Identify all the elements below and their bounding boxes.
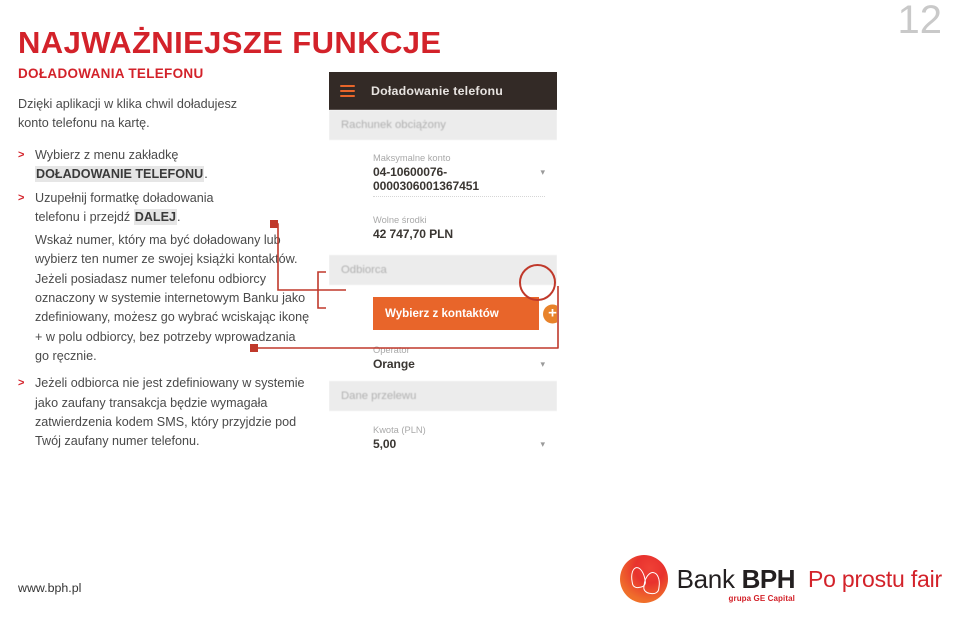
highlight-dalej: DALEJ bbox=[133, 208, 178, 225]
footer-url[interactable]: www.bph.pl bbox=[18, 581, 81, 595]
bullet-2-period: . bbox=[177, 209, 181, 224]
section-title: DOŁADOWANIA TELEFONU bbox=[18, 66, 204, 81]
content-column: DOŁADOWANIA TELEFONU Dzięki aplikacji w … bbox=[18, 66, 310, 451]
bullet-1-period: . bbox=[204, 167, 208, 182]
chevron-down-icon[interactable]: ▾ bbox=[540, 440, 545, 449]
highlight-doladowanie-telefonu: DOŁADOWANIE TELEFONU bbox=[35, 166, 205, 183]
bank-bph-logo: Bank BPH grupa GE Capital Po prostu fair bbox=[619, 555, 942, 603]
field-label: Kwota (PLN) bbox=[373, 425, 426, 435]
list-item-text: Wybierz z menu zakładkę DOŁADOWANIE TELE… bbox=[35, 146, 310, 185]
field-kwota[interactable]: Kwota (PLN) 5,00 ▾ bbox=[373, 411, 545, 452]
field-label: Maksymalne konto bbox=[373, 153, 451, 163]
body-paragraph: Wskaż numer, który ma być doładowany lub… bbox=[35, 233, 310, 363]
field-value: Orange bbox=[373, 357, 415, 371]
field-value: 42 747,70 PLN bbox=[373, 227, 454, 241]
list-item-text: Jeżeli odbiorca nie jest zdefiniowany w … bbox=[35, 376, 305, 449]
chevron-down-icon[interactable]: ▾ bbox=[540, 360, 545, 369]
wybierz-z-kontaktow-label: Wybierz z kontaktów bbox=[385, 307, 499, 320]
chevron-right-icon: > bbox=[18, 377, 25, 390]
list-item: > Uzupełnij formatkę doładowania telefon… bbox=[18, 189, 310, 228]
bracket-odbiorca bbox=[317, 271, 326, 309]
app-header: Doładowanie telefonu bbox=[329, 72, 557, 110]
field-value: 5,00 bbox=[373, 437, 397, 451]
bph-logo-mark-icon bbox=[619, 555, 668, 603]
bullet-2-line-2-pre: telefonu i przejdź bbox=[35, 209, 134, 224]
field-label: Wolne środki bbox=[373, 215, 427, 225]
field-operator[interactable]: Operator Orange ▾ bbox=[373, 330, 545, 381]
logo-subtitle: grupa GE Capital bbox=[728, 594, 795, 603]
logo-wordmark: Bank BPH grupa GE Capital bbox=[676, 564, 796, 603]
bullet-2-line-1: Uzupełnij formatkę doładowania bbox=[35, 190, 214, 205]
field-label: Operator bbox=[373, 345, 410, 355]
field-wolne-srodki: Wolne środki 42 747,70 PLN bbox=[373, 197, 545, 255]
list-item: > Wybierz z menu zakładkę DOŁADOWANIE TE… bbox=[18, 146, 310, 185]
add-contact-plus-icon[interactable]: + bbox=[543, 304, 557, 323]
highlight-circle-plus bbox=[519, 264, 556, 301]
page-title: NAJWAŻNIEJSZE FUNKCJE bbox=[18, 24, 442, 60]
lead-line-1: Dzięki aplikacji w klika chwil doładujes… bbox=[18, 97, 238, 111]
field-maksymalne-konto[interactable]: Maksymalne konto 04-10600076-00003060013… bbox=[373, 140, 545, 197]
chevron-right-icon: > bbox=[18, 191, 25, 204]
section-header-rachunek: Rachunek obciążony bbox=[329, 110, 557, 140]
section-body-odbiorca: Wybierz z kontaktów + Operator Orange ▾ bbox=[329, 297, 557, 381]
section-body-rachunek: Maksymalne konto 04-10600076-00003060013… bbox=[329, 140, 557, 255]
logo-slogan: Po prostu fair bbox=[808, 565, 942, 592]
hamburger-icon[interactable] bbox=[340, 85, 355, 97]
chevron-down-icon[interactable]: ▾ bbox=[540, 168, 545, 177]
bullet-1-line-1: Wybierz z menu zakładkę bbox=[35, 148, 179, 162]
section-header-dane-przelewu: Dane przelewu bbox=[329, 381, 557, 411]
wybierz-z-kontaktow-button[interactable]: Wybierz z kontaktów + bbox=[373, 297, 557, 330]
page-number: 12 bbox=[897, 0, 943, 42]
logo-bank-text: Bank BPH bbox=[676, 564, 796, 594]
phone-screenshot: Doładowanie telefonu Rachunek obciążony … bbox=[329, 72, 557, 452]
field-value: 04-10600076-0000306001367451 bbox=[373, 165, 480, 193]
list-item: > Jeżeli odbiorca nie jest zdefiniowany … bbox=[18, 374, 310, 451]
lead-paragraph: Dzięki aplikacji w klika chwil doładujes… bbox=[18, 95, 310, 133]
section-body-dane-przelewu: Kwota (PLN) 5,00 ▾ bbox=[329, 411, 557, 452]
list-item-text: Uzupełnij formatkę doładowania telefonu … bbox=[35, 189, 310, 228]
lead-line-2: konto telefonu na kartę. bbox=[18, 116, 150, 130]
app-header-title: Doładowanie telefonu bbox=[371, 84, 504, 98]
chevron-right-icon: > bbox=[18, 149, 25, 161]
